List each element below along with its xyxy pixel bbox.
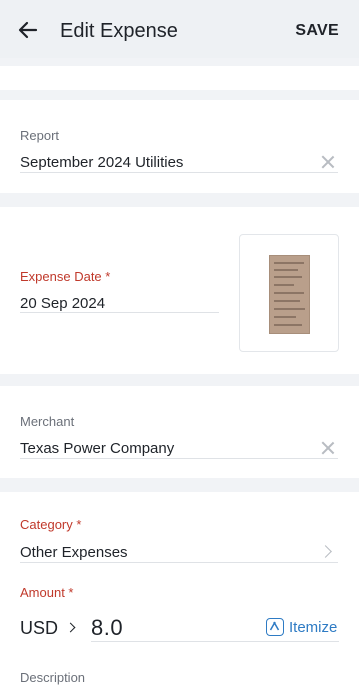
receipt-attachment[interactable] (239, 234, 339, 352)
currency-selector[interactable]: USD (20, 618, 76, 639)
merchant-field[interactable]: Texas Power Company (20, 440, 174, 457)
itemize-icon (266, 618, 284, 636)
amount-input[interactable]: 8.0 (91, 615, 123, 641)
report-section: Report September 2024 Utilities (0, 100, 359, 193)
merchant-clear-icon[interactable] (321, 441, 335, 455)
merchant-label: Merchant (20, 414, 75, 429)
category-chevron-right-icon[interactable] (319, 545, 332, 558)
currency-code: USD (20, 618, 59, 638)
expense-date-label: Expense Date * (20, 269, 111, 284)
report-label: Report (20, 128, 60, 143)
merchant-underline (20, 458, 338, 459)
receipt-thumbnail (269, 255, 310, 334)
merchant-section: Merchant Texas Power Company (0, 386, 359, 478)
page-title: Edit Expense (60, 20, 178, 42)
itemize-button[interactable]: Itemize (266, 618, 337, 636)
top-section (0, 66, 359, 90)
back-arrow-icon[interactable] (16, 18, 40, 42)
category-field[interactable]: Other Expenses (20, 544, 128, 561)
expense-date-underline (20, 312, 219, 313)
report-clear-icon[interactable] (321, 155, 335, 169)
report-field[interactable]: September 2024 Utilities (20, 154, 183, 171)
details-section: Category * Other Expenses Amount * USD 8… (0, 492, 359, 700)
app-bar: Edit Expense SAVE (0, 0, 359, 58)
save-button[interactable]: SAVE (295, 22, 339, 40)
description-label: Description (20, 670, 86, 685)
report-underline (20, 172, 338, 173)
amount-label: Amount * (20, 585, 74, 600)
expense-date-section: Expense Date * 20 Sep 2024 (0, 207, 359, 374)
expense-date-field[interactable]: 20 Sep 2024 (20, 295, 105, 312)
category-label: Category * (20, 517, 82, 532)
currency-chevron-icon (65, 622, 76, 633)
amount-underline (91, 641, 339, 642)
category-underline (20, 562, 338, 563)
itemize-label: Itemize (289, 618, 338, 636)
